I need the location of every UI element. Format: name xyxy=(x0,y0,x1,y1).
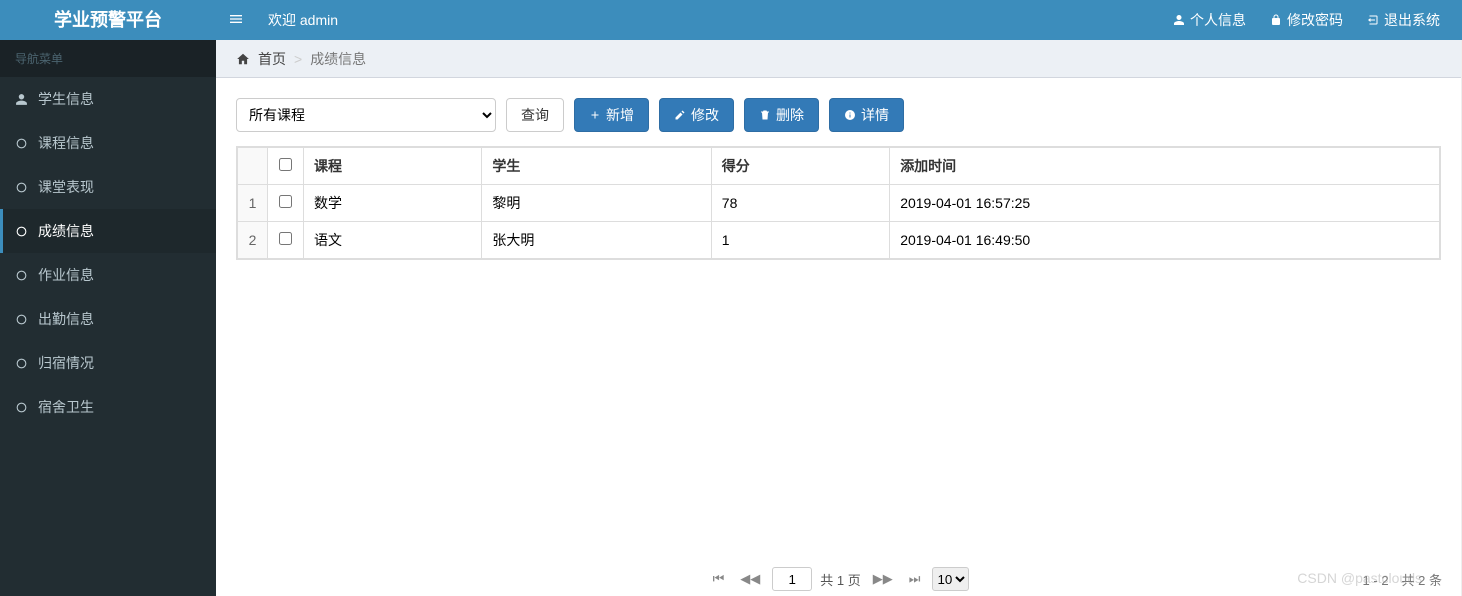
breadcrumb-separator: > xyxy=(294,51,302,67)
col-checkbox-all xyxy=(268,148,304,185)
cell-checkbox xyxy=(268,185,304,222)
sidebar-item-label: 课程信息 xyxy=(38,133,94,153)
sidebar: 导航菜单 学生信息课程信息课堂表现成绩信息作业信息出勤信息归宿情况宿舍卫生 xyxy=(0,40,216,596)
cell-checkbox xyxy=(268,222,304,259)
sidebar-item-label: 出勤信息 xyxy=(38,309,94,329)
home-icon xyxy=(236,52,250,66)
pager-size-select[interactable]: 10 xyxy=(932,567,969,591)
pager-records: 1 - 2 共 2 条 xyxy=(1363,570,1442,589)
main-content: 首页 > 成绩信息 所有课程 查询 新增 修改 删除 详情 xyxy=(216,40,1462,596)
delete-button[interactable]: 删除 xyxy=(744,98,819,132)
user-icon xyxy=(15,93,28,106)
pager-next[interactable]: ▶▶ xyxy=(869,569,897,589)
user-icon xyxy=(1173,14,1185,26)
cell-score: 78 xyxy=(711,185,889,222)
pager-prev[interactable]: ◀◀ xyxy=(736,569,764,589)
course-select[interactable]: 所有课程 xyxy=(236,98,496,132)
sidebar-item-学生信息[interactable]: 学生信息 xyxy=(0,77,216,121)
search-button[interactable]: 查询 xyxy=(506,98,564,132)
sidebar-item-宿舍卫生[interactable]: 宿舍卫生 xyxy=(0,385,216,429)
trash-icon xyxy=(759,109,771,121)
info-icon xyxy=(844,109,856,121)
sidebar-item-出勤信息[interactable]: 出勤信息 xyxy=(0,297,216,341)
cell-course: 语文 xyxy=(304,222,482,259)
pager: ⏮ ◀◀ 共 1 页 ▶▶ ⏭ 10 1 - 2 共 2 条 xyxy=(216,564,1462,594)
circle-icon xyxy=(15,313,28,326)
sidebar-item-label: 学生信息 xyxy=(38,89,94,109)
cell-student: 张大明 xyxy=(482,222,711,259)
cell-score: 1 xyxy=(711,222,889,259)
sidebar-item-作业信息[interactable]: 作业信息 xyxy=(0,253,216,297)
checkbox-all[interactable] xyxy=(279,158,292,171)
breadcrumb-current: 成绩信息 xyxy=(310,49,366,69)
pager-page-input[interactable] xyxy=(772,567,812,591)
row-checkbox[interactable] xyxy=(279,195,292,208)
table-row[interactable]: 1 数学黎明782019-04-01 16:57:25 xyxy=(238,185,1440,222)
topbar: 学业预警平台 欢迎 admin 个人信息 修改密码 退出系统 xyxy=(0,0,1462,40)
password-link[interactable]: 修改密码 xyxy=(1258,10,1355,30)
circle-icon xyxy=(15,137,28,150)
sidebar-toggle[interactable] xyxy=(216,11,256,30)
edit-button[interactable]: 修改 xyxy=(659,98,734,132)
cell-time: 2019-04-01 16:57:25 xyxy=(890,185,1440,222)
lock-icon xyxy=(1270,14,1282,26)
pager-total-pages: 共 1 页 xyxy=(820,570,860,589)
col-index xyxy=(238,148,268,185)
sidebar-item-课堂表现[interactable]: 课堂表现 xyxy=(0,165,216,209)
col-student[interactable]: 学生 xyxy=(482,148,711,185)
toolbar: 所有课程 查询 新增 修改 删除 详情 xyxy=(216,78,1461,146)
sidebar-item-label: 宿舍卫生 xyxy=(38,397,94,417)
cell-student: 黎明 xyxy=(482,185,711,222)
edit-icon xyxy=(674,109,686,121)
cell-index: 1 xyxy=(238,185,268,222)
logout-link[interactable]: 退出系统 xyxy=(1355,10,1452,30)
sidebar-item-label: 成绩信息 xyxy=(38,221,94,241)
sidebar-item-label: 课堂表现 xyxy=(38,177,94,197)
circle-icon xyxy=(15,357,28,370)
profile-link[interactable]: 个人信息 xyxy=(1161,10,1258,30)
row-checkbox[interactable] xyxy=(279,232,292,245)
breadcrumb: 首页 > 成绩信息 xyxy=(216,40,1461,78)
circle-icon xyxy=(15,269,28,282)
cell-course: 数学 xyxy=(304,185,482,222)
cell-index: 2 xyxy=(238,222,268,259)
sidebar-item-归宿情况[interactable]: 归宿情况 xyxy=(0,341,216,385)
nav-header: 导航菜单 xyxy=(0,40,216,77)
data-table: 课程 学生 得分 添加时间 1 数学黎明782019-04-01 16:57:25… xyxy=(236,146,1441,260)
logout-icon xyxy=(1367,14,1379,26)
pager-last[interactable]: ⏭ xyxy=(905,569,925,589)
col-course[interactable]: 课程 xyxy=(304,148,482,185)
sidebar-item-成绩信息[interactable]: 成绩信息 xyxy=(0,209,216,253)
circle-icon xyxy=(15,225,28,238)
topbar-right: 个人信息 修改密码 退出系统 xyxy=(1161,10,1462,30)
welcome-text: 欢迎 admin xyxy=(268,10,338,30)
breadcrumb-home[interactable]: 首页 xyxy=(258,49,286,69)
pager-first[interactable]: ⏮ xyxy=(709,569,729,589)
circle-icon xyxy=(15,181,28,194)
circle-icon xyxy=(15,401,28,414)
table-row[interactable]: 2 语文张大明12019-04-01 16:49:50 xyxy=(238,222,1440,259)
sidebar-item-label: 作业信息 xyxy=(38,265,94,285)
detail-button[interactable]: 详情 xyxy=(829,98,904,132)
sidebar-item-label: 归宿情况 xyxy=(38,353,94,373)
add-button[interactable]: 新增 xyxy=(574,98,649,132)
sidebar-item-课程信息[interactable]: 课程信息 xyxy=(0,121,216,165)
cell-time: 2019-04-01 16:49:50 xyxy=(890,222,1440,259)
brand-title: 学业预警平台 xyxy=(0,0,216,40)
table-header-row: 课程 学生 得分 添加时间 xyxy=(238,148,1440,185)
col-score[interactable]: 得分 xyxy=(711,148,889,185)
plus-icon xyxy=(589,109,601,121)
col-time[interactable]: 添加时间 xyxy=(890,148,1440,185)
